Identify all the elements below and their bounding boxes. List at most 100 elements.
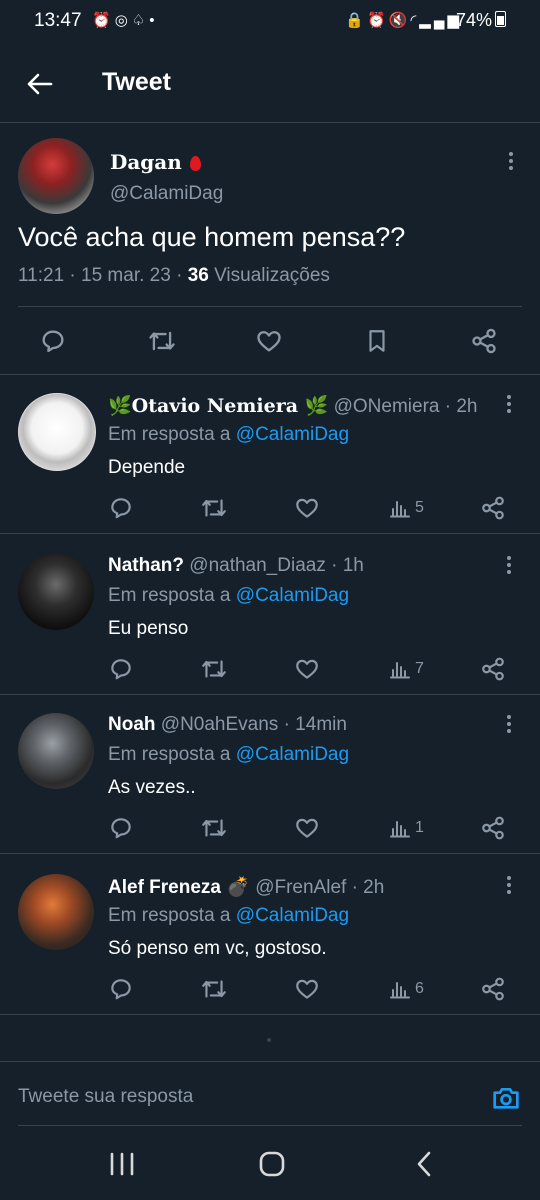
comment-icon bbox=[111, 979, 131, 1000]
reply-tweet[interactable]: Nathan? @nathan_Diaaz · 1h Em resposta a… bbox=[0, 536, 540, 695]
divider bbox=[0, 1061, 540, 1062]
retweet-button[interactable] bbox=[200, 654, 228, 684]
reply-tweet[interactable]: Alef Freneza 💣 @FrenAlef · 2h Em respost… bbox=[0, 856, 540, 1015]
back-nav-button[interactable] bbox=[399, 1144, 449, 1184]
share-button[interactable] bbox=[480, 813, 506, 843]
analytics-icon bbox=[390, 982, 410, 999]
camera-button[interactable] bbox=[490, 1082, 522, 1114]
more-icon-dot bbox=[507, 883, 511, 887]
mention-link[interactable]: @CalamiDag bbox=[236, 424, 349, 445]
lock-icon: 🔒 bbox=[345, 12, 368, 29]
views-button[interactable]: 1 bbox=[388, 813, 424, 843]
views-count[interactable]: 36 bbox=[188, 265, 209, 286]
retweet-button[interactable] bbox=[200, 813, 228, 843]
more-options-button[interactable] bbox=[500, 150, 522, 172]
avatar[interactable] bbox=[18, 713, 94, 789]
more-icon-dot bbox=[507, 729, 511, 733]
tweet-meta: 11:21 · 15 mar. 23 · 36 Visualizações bbox=[18, 265, 330, 287]
battery-icon bbox=[495, 11, 506, 27]
reply-author[interactable]: 🌿Otavio Nemiera 🌿 @ONemiera · 2h bbox=[108, 394, 477, 418]
reply-text: Depende bbox=[108, 457, 186, 478]
reply-button[interactable] bbox=[108, 654, 134, 684]
more-icon-dot bbox=[507, 570, 511, 574]
page-title: Tweet bbox=[102, 68, 171, 96]
retweet-button[interactable] bbox=[200, 974, 228, 1004]
author-handle[interactable]: @CalamiDag bbox=[110, 183, 223, 205]
reply-author-handle: @FrenAlef · 2h bbox=[255, 877, 385, 898]
reply-actions: 6 bbox=[0, 974, 540, 1004]
battery-percent: 74% bbox=[455, 10, 492, 30]
more-options-button[interactable] bbox=[498, 874, 520, 896]
reply-button[interactable] bbox=[33, 321, 73, 361]
like-button[interactable] bbox=[294, 813, 320, 843]
avatar[interactable] bbox=[18, 393, 96, 471]
reply-button[interactable] bbox=[108, 974, 134, 1004]
reply-author[interactable]: Noah @N0ahEvans · 14min bbox=[108, 714, 347, 736]
like-button[interactable] bbox=[294, 493, 320, 523]
views-count: 7 bbox=[415, 660, 424, 677]
views-button[interactable]: 7 bbox=[388, 654, 424, 684]
views-button[interactable]: 6 bbox=[388, 974, 424, 1004]
home-icon bbox=[259, 1151, 285, 1177]
more-icon-dot bbox=[509, 166, 513, 170]
analytics-icon bbox=[390, 821, 410, 838]
more-options-button[interactable] bbox=[498, 713, 520, 735]
comment-icon bbox=[111, 659, 131, 680]
views-button[interactable]: 5 bbox=[388, 493, 424, 523]
reply-context: Em resposta a @CalamiDag bbox=[108, 905, 349, 927]
reply-button[interactable] bbox=[108, 813, 134, 843]
like-button[interactable] bbox=[249, 321, 289, 361]
divider bbox=[18, 306, 522, 307]
analytics-icon bbox=[390, 662, 410, 679]
bookmark-icon bbox=[369, 330, 385, 352]
avatar[interactable] bbox=[18, 138, 94, 214]
share-button[interactable] bbox=[480, 974, 506, 1004]
retweet-button[interactable] bbox=[200, 493, 228, 523]
home-button[interactable] bbox=[247, 1144, 297, 1184]
tweet-timestamp: 11:21 · 15 mar. 23 · bbox=[18, 265, 188, 286]
views-label[interactable]: Visualizações bbox=[209, 265, 330, 286]
more-icon-dot bbox=[507, 876, 511, 880]
more-icon-dot bbox=[507, 395, 511, 399]
mention-link[interactable]: @CalamiDag bbox=[236, 744, 349, 765]
retweet-icon bbox=[202, 980, 226, 998]
reply-author[interactable]: Nathan? @nathan_Diaaz · 1h bbox=[108, 555, 364, 577]
reply-text: Eu penso bbox=[108, 618, 189, 639]
mention-link[interactable]: @CalamiDag bbox=[236, 585, 349, 606]
retweet-button[interactable] bbox=[142, 321, 182, 361]
reply-author[interactable]: Alef Freneza 💣 @FrenAlef · 2h bbox=[108, 875, 384, 899]
more-options-button[interactable] bbox=[498, 393, 520, 415]
share-button[interactable] bbox=[480, 654, 506, 684]
retweet-icon bbox=[149, 331, 175, 351]
reply-author-name: 🌿Otavio Nemiera 🌿 bbox=[108, 395, 329, 417]
reply-input[interactable]: Tweete sua resposta bbox=[18, 1086, 193, 1108]
mute-icon: 🔇 bbox=[388, 12, 411, 29]
reply-text: Só penso em vc, gostoso. bbox=[108, 938, 327, 959]
reply-author-name: Alef Freneza 💣 bbox=[108, 877, 250, 898]
heart-icon bbox=[296, 498, 318, 518]
retweet-icon bbox=[202, 660, 226, 678]
dot-icon: • bbox=[149, 12, 159, 29]
more-options-button[interactable] bbox=[498, 554, 520, 576]
mention-link[interactable]: @CalamiDag bbox=[236, 905, 349, 926]
like-button[interactable] bbox=[294, 974, 320, 1004]
heart-icon bbox=[296, 659, 318, 679]
views-count: 5 bbox=[415, 499, 424, 516]
share-button[interactable] bbox=[464, 321, 504, 361]
reply-tweet[interactable]: 🌿Otavio Nemiera 🌿 @ONemiera · 2h Em resp… bbox=[0, 375, 540, 534]
reply-button[interactable] bbox=[108, 493, 134, 523]
comment-icon bbox=[111, 818, 131, 839]
more-icon-dot bbox=[507, 563, 511, 567]
avatar[interactable] bbox=[18, 554, 94, 630]
heart-icon bbox=[257, 331, 281, 352]
recent-apps-button[interactable] bbox=[97, 1144, 147, 1184]
reply-context: Em resposta a @CalamiDag bbox=[108, 744, 349, 766]
avatar[interactable] bbox=[18, 874, 94, 950]
reply-tweet[interactable]: Noah @N0ahEvans · 14min Em resposta a @C… bbox=[0, 695, 540, 854]
analytics-icon bbox=[390, 501, 410, 518]
back-button[interactable] bbox=[18, 64, 62, 104]
author-name[interactable]: Dagan bbox=[110, 150, 201, 174]
like-button[interactable] bbox=[294, 654, 320, 684]
share-button[interactable] bbox=[480, 493, 506, 523]
bookmark-button[interactable] bbox=[357, 321, 397, 361]
